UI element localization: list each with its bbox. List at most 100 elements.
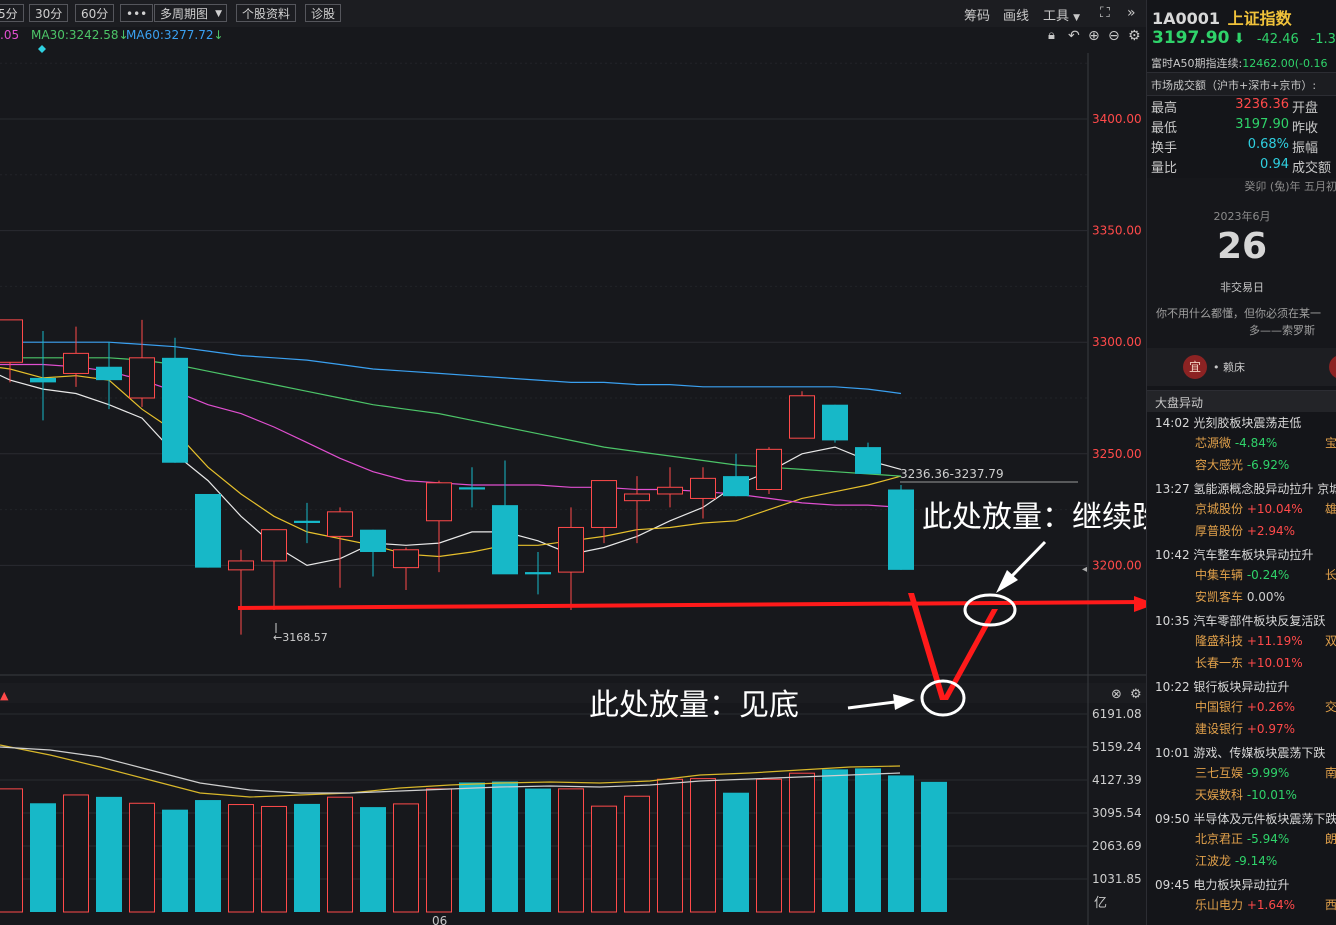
stat-label: 最高	[1151, 101, 1178, 116]
period-30min-button[interactable]: 30分	[29, 4, 69, 22]
almanac-row: 宜 • 赖床	[1147, 348, 1336, 386]
lunar-date: 癸卯 (兔)年 五月初	[1244, 180, 1336, 193]
lock-icon[interactable]: 🔒︎	[1048, 28, 1055, 43]
market-move-title: 10:22 银行板块异动拉升	[1155, 678, 1289, 695]
volume-bar	[888, 775, 914, 912]
stock-name: 三七互娱	[1195, 766, 1244, 780]
quote-text-line1: 你不用什么都懂，但你必须在某一	[1156, 307, 1321, 320]
stock-name: 长春一东	[1195, 656, 1244, 670]
stock-change-pct: -5.94%	[1246, 832, 1290, 846]
stock-change-pct: +1.64%	[1246, 898, 1296, 912]
stock-name: 天娱数科	[1195, 788, 1244, 802]
tools-button[interactable]: 工具 ▼	[1043, 5, 1080, 24]
market-move-stock[interactable]: 芯源微 -4.84% 宝通	[1195, 434, 1336, 451]
period-5min-button[interactable]: 5分	[0, 4, 24, 22]
stock-name: 北京君正	[1195, 832, 1244, 846]
multi-period-dropdown[interactable]: 多周期图 ▼	[154, 4, 228, 22]
market-move-stock[interactable]: 隆盛科技 +11.19% 双林	[1195, 632, 1336, 649]
market-move-time: 09:45	[1155, 878, 1190, 892]
market-move-stock[interactable]: 中国银行 +0.26% 交通	[1195, 698, 1336, 715]
candle-body	[96, 366, 122, 381]
stock-name: 西昌	[1325, 898, 1336, 912]
market-move-stock[interactable]: 容大感光 -6.92%	[1195, 456, 1289, 473]
market-move-stock[interactable]: 江波龙 -9.14%	[1195, 852, 1277, 869]
candle-body	[492, 505, 518, 575]
ma-legend: .05 MA30:3242.58↓ MA60:3277.72↓ 🔒︎ ↶ ⊕ ⊖…	[0, 27, 1146, 45]
high-price-label: 3236.36-3237.79	[900, 467, 1004, 481]
volume-axis-label: 2063.69	[1092, 839, 1142, 853]
market-move-stock[interactable]: 长春一东 +10.01%	[1195, 654, 1303, 671]
stock-change-pct: -0.24%	[1246, 568, 1290, 582]
stock-change-pct: +0.26%	[1246, 700, 1296, 714]
market-move-stock[interactable]: 中集车辆 -0.24% 长城	[1195, 566, 1336, 583]
volume-bar	[921, 781, 947, 912]
candle-body	[129, 357, 155, 399]
market-move-stock[interactable]: 京城股份 +10.04% 雄韬	[1195, 500, 1336, 517]
market-move-title: 10:42 汽车整车板块异动拉升	[1155, 546, 1313, 563]
price-axis-label: 3200.00	[1092, 558, 1142, 572]
ma5-legend: .05	[0, 28, 19, 42]
stock-info-button[interactable]: 个股资料	[236, 4, 297, 22]
stock-change-pct: +10.04%	[1246, 502, 1303, 516]
stock-name: 容大感光	[1195, 458, 1244, 472]
market-move-stock[interactable]: 建设银行 +0.97%	[1195, 720, 1295, 737]
stock-change-pct: -9.14%	[1234, 854, 1278, 868]
volume-bar	[96, 796, 122, 912]
volume-bar	[30, 803, 56, 912]
candle-body	[294, 520, 320, 523]
annotation-bottom: 此处放量：见底	[589, 688, 799, 723]
candle-body	[822, 404, 848, 441]
market-move-time: 13:27	[1155, 482, 1190, 496]
candle-body	[657, 486, 683, 495]
collapse-panel-icon[interactable]: »	[1127, 5, 1136, 21]
undo-icon[interactable]: ↶	[1068, 28, 1080, 44]
settings-gear-icon[interactable]: ⚙	[1128, 28, 1141, 44]
period-60min-button[interactable]: 60分	[75, 4, 115, 22]
market-move-stock[interactable]: 三七互娱 -9.99% 南方	[1195, 764, 1336, 781]
market-move-stock[interactable]: 乐山电力 +1.64% 西昌	[1195, 896, 1336, 913]
kline-chart[interactable]: 3400.00 3350.00 3300.00 3250.00 3200.00 6191…	[0, 45, 1146, 925]
candle-body	[723, 476, 749, 497]
pointer-left-icon: ◂	[1082, 564, 1087, 575]
market-move-stock[interactable]: 安凯客车 0.00%	[1195, 588, 1285, 605]
stat-row: 最低 3197.90 昨收	[1151, 115, 1336, 136]
stat-label-secondary: 振幅	[1292, 141, 1319, 156]
stock-change-pct: -10.01%	[1246, 788, 1297, 802]
market-moves-header: 大盘异动	[1147, 390, 1336, 412]
fullscreen-icon[interactable]: ⛶	[1100, 5, 1110, 21]
stock-change-pct: -6.92%	[1246, 458, 1290, 472]
stock-name: 交通	[1325, 700, 1336, 714]
stock-name: 宝通	[1325, 436, 1336, 450]
market-move-text: 氢能源概念股异动拉升 京城	[1193, 482, 1336, 496]
candle-body	[63, 352, 89, 374]
settings-gear-icon[interactable]: ⚙	[1130, 687, 1142, 702]
stock-name: 芯源微	[1195, 436, 1232, 450]
candle	[756, 447, 782, 494]
market-move-stock[interactable]: 天娱数科 -10.01%	[1195, 786, 1297, 803]
candle-body	[789, 395, 815, 439]
chips-button[interactable]: 筹码	[964, 5, 990, 24]
diagnose-button[interactable]: 诊股	[305, 4, 342, 22]
more-periods-button[interactable]: •••	[120, 4, 154, 22]
market-move-stock[interactable]: 厚普股份 +2.94%	[1195, 522, 1295, 539]
zoom-out-icon[interactable]: ⊖	[1108, 28, 1120, 44]
quote-text-line2: 多——索罗斯	[1249, 324, 1315, 337]
stock-name: 上证指数	[1227, 9, 1292, 28]
close-circle-icon[interactable]: ⊗	[1111, 687, 1122, 702]
volume-axis-label: 4127.39	[1092, 773, 1142, 787]
market-move-stock[interactable]: 北京君正 -5.94% 朗科	[1195, 830, 1336, 847]
quote-side-panel: 1A0001 上证指数 3197.90 ⬇ -42.46 -1.31% 富时A5…	[1146, 0, 1336, 925]
arrow-down-icon: ↓	[213, 28, 224, 42]
stock-change-pct: +11.19%	[1246, 634, 1303, 648]
market-move-text: 半导体及元件板块震荡下跌	[1193, 812, 1336, 826]
draw-line-button[interactable]: 画线	[1003, 5, 1029, 24]
stock-name: 长城	[1325, 568, 1336, 582]
market-move-text: 汽车零部件板块反复活跃	[1193, 614, 1326, 628]
calendar-day: 26	[1216, 226, 1268, 267]
candle	[822, 404, 848, 443]
stock-change-pct: -4.84%	[1234, 436, 1278, 450]
volume-bar	[360, 807, 386, 912]
trading-status: 非交易日	[1220, 281, 1264, 294]
candle-body	[261, 529, 287, 562]
zoom-in-icon[interactable]: ⊕	[1088, 28, 1100, 44]
